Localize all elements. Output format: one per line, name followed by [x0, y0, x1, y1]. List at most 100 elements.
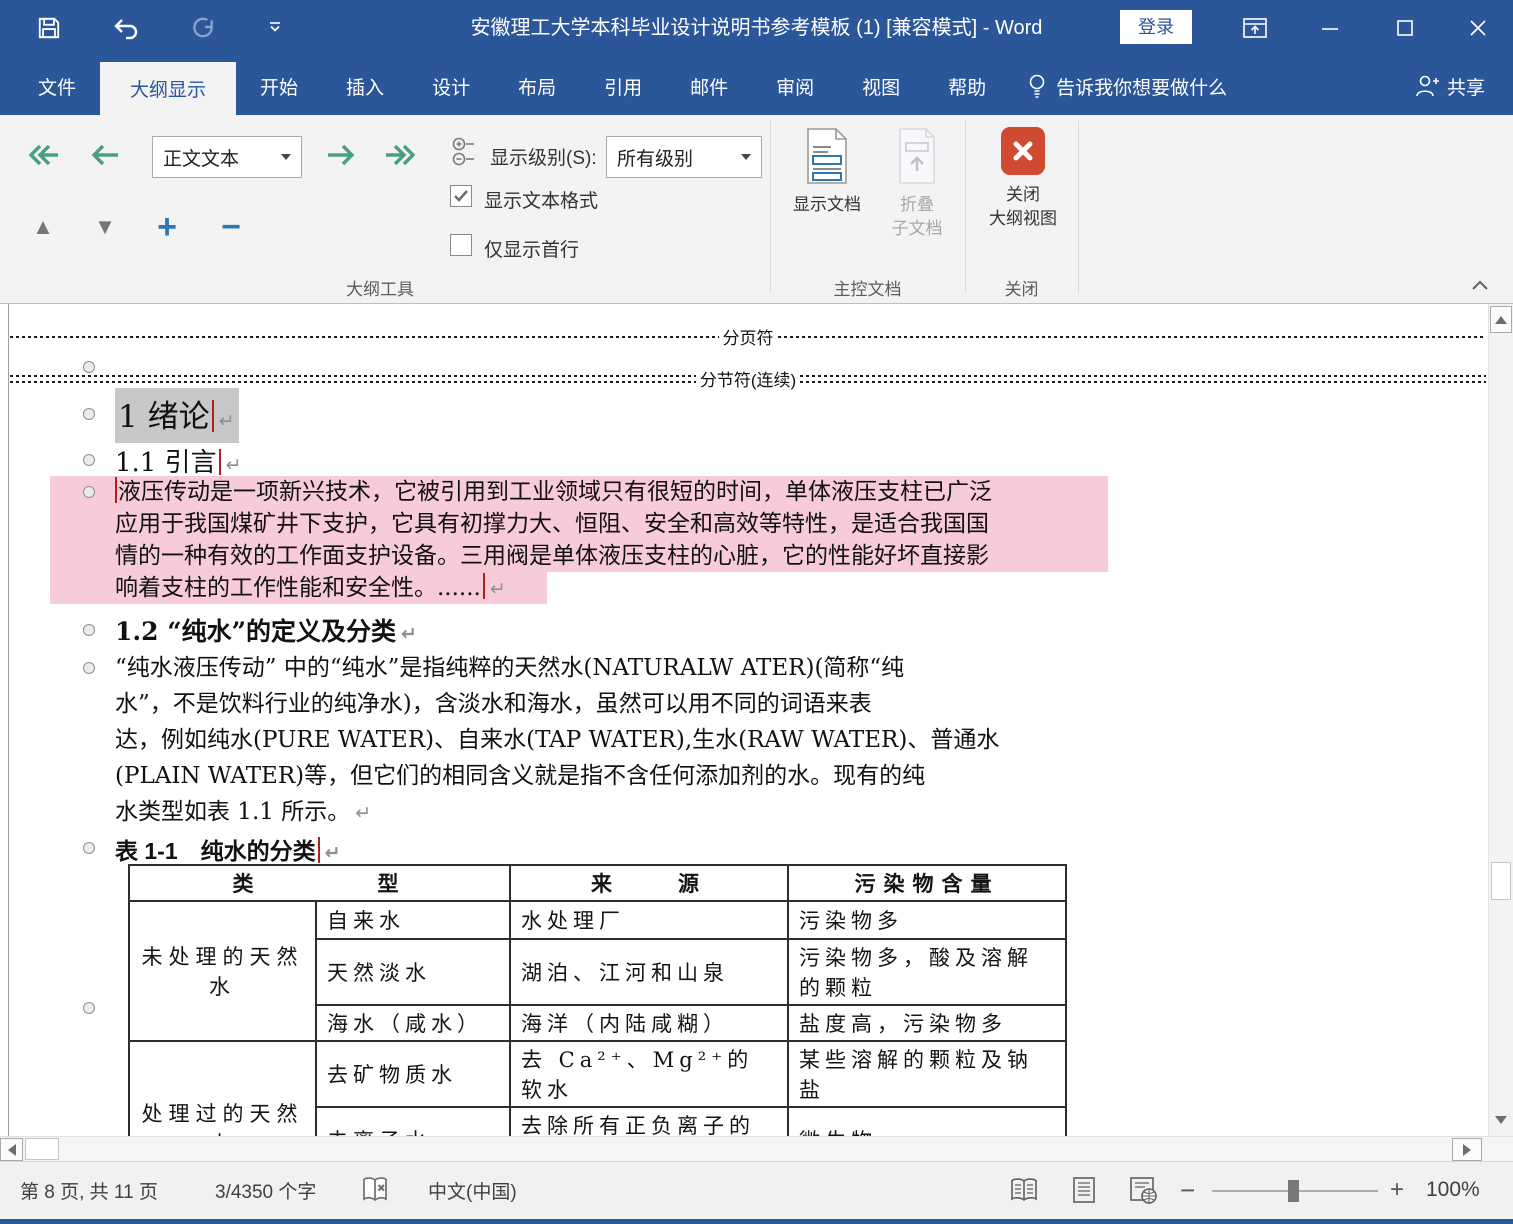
- group-label-master-document: 主控文档: [770, 275, 965, 300]
- table-cell: 海水（咸水）: [316, 1005, 510, 1041]
- read-mode-icon[interactable]: [1008, 1162, 1040, 1218]
- tab-references[interactable]: 引用: [580, 57, 666, 115]
- tab-mailings[interactable]: 邮件: [666, 57, 752, 115]
- minimize-button[interactable]: [1308, 8, 1352, 48]
- show-text-formatting-label: 显示文本格式: [484, 186, 598, 213]
- paragraph-line: 液压传动是一项新兴技术，它被引用到工业领域只有很短的时间，单体液压支柱已广泛: [50, 476, 1108, 508]
- web-layout-icon[interactable]: [1128, 1162, 1158, 1218]
- word-count-indicator[interactable]: 3/4350 个字: [215, 1162, 316, 1218]
- window-bottom-edge: [0, 1219, 1513, 1224]
- revision-mark: [115, 477, 117, 503]
- show-document-button[interactable]: 显示文档: [784, 127, 870, 217]
- page-break-mark: 分页符: [10, 324, 1486, 349]
- tell-me-box[interactable]: 告诉我你想要做什么: [1010, 57, 1243, 115]
- share-button[interactable]: 共享: [1415, 57, 1485, 115]
- close-outline-view-button[interactable]: 关闭大纲视图: [975, 127, 1071, 231]
- proofing-errors-icon[interactable]: [360, 1162, 390, 1218]
- close-button[interactable]: [1456, 8, 1500, 48]
- table-header-cell: 类 型: [129, 865, 510, 901]
- tab-file[interactable]: 文件: [14, 57, 100, 115]
- tab-view[interactable]: 视图: [838, 57, 924, 115]
- vertical-scrollbar-thumb[interactable]: [1491, 862, 1511, 900]
- chevron-down-icon: [281, 154, 291, 160]
- table-cell: 某些溶解的颗粒及钠盐: [788, 1041, 1066, 1107]
- document-canvas[interactable]: 分页符 分节符(连续) 1 绪论↵ 1.1 引言↵ 液压传动是一项新兴技术，它被…: [0, 304, 1488, 1136]
- heading-1-2[interactable]: 1.2 “纯水”的定义及分类↵: [115, 612, 417, 648]
- move-up-button[interactable]: ▲: [22, 207, 64, 247]
- outline-bullet[interactable]: [83, 624, 95, 636]
- outline-bullet[interactable]: [83, 486, 95, 498]
- zoom-slider-thumb[interactable]: [1288, 1180, 1299, 1202]
- tab-design[interactable]: 设计: [408, 57, 494, 115]
- outline-bullet[interactable]: [83, 842, 95, 854]
- show-level-dropdown[interactable]: 所有级别: [606, 136, 762, 178]
- horizontal-scrollbar[interactable]: [0, 1136, 1513, 1161]
- outline-bullet[interactable]: [83, 662, 95, 674]
- collapse-subdocuments-button: 折叠子文档: [874, 127, 960, 241]
- show-document-icon: [804, 127, 850, 185]
- demote-button[interactable]: [320, 135, 362, 175]
- paragraph-mark: ↵: [219, 410, 235, 432]
- table-cell: 微生物: [788, 1107, 1066, 1136]
- horizontal-scrollbar-thumb[interactable]: [25, 1138, 59, 1160]
- expand-button[interactable]: +: [146, 207, 188, 247]
- heading-1[interactable]: 1 绪论↵: [115, 388, 239, 443]
- table-cell: 去 Ca²⁺、Mg²⁺的软水: [510, 1041, 788, 1107]
- tab-home[interactable]: 开始: [236, 57, 322, 115]
- table-cell: 自来水: [316, 901, 510, 939]
- collapse-ribbon-icon[interactable]: [1469, 277, 1491, 293]
- window-title: 安徽理工大学本科毕业设计说明书参考模板 (1) [兼容模式] - Word: [0, 0, 1513, 57]
- lightbulb-icon: [1026, 73, 1048, 99]
- vertical-scrollbar[interactable]: [1488, 304, 1513, 1136]
- tab-outlining[interactable]: 大纲显示: [100, 62, 236, 115]
- tab-insert[interactable]: 插入: [322, 57, 408, 115]
- scroll-up-button[interactable]: [1490, 306, 1512, 333]
- ribbon: 正文文本 ▲ ▼ + − 显示级别(S): 所有级别 显示文本格式 仅显示首行 …: [0, 115, 1513, 304]
- language-indicator[interactable]: 中文(中国): [428, 1162, 517, 1218]
- scroll-down-button[interactable]: [1490, 1108, 1512, 1132]
- scroll-right-button[interactable]: [1452, 1138, 1482, 1161]
- close-outline-x-icon: [1001, 127, 1045, 175]
- scroll-left-button[interactable]: [0, 1138, 23, 1161]
- table-caption[interactable]: 表 1-1 纯水的分类↵: [115, 832, 341, 866]
- paragraph-line: 应用于我国煤矿井下支护，它具有初撑力大、恒阻、安全和高效等特性，是适合我国国: [50, 508, 1108, 540]
- demote-to-body-text-button[interactable]: [380, 135, 422, 175]
- show-text-formatting-checkbox[interactable]: [450, 185, 472, 207]
- move-down-button[interactable]: ▼: [84, 207, 126, 247]
- body-paragraph[interactable]: “纯水液压传动” 中的“纯水”是指纯粹的天然水(NATURALW ATER)(简…: [115, 650, 999, 830]
- status-bar: 第 8 页, 共 11 页 3/4350 个字 中文(中国) − + 100%: [0, 1161, 1513, 1224]
- maximize-button[interactable]: [1383, 8, 1427, 48]
- table-row: 未处理的天然水 自来水 水处理厂 污染物多: [129, 901, 1066, 939]
- heading-1-1[interactable]: 1.1 引言↵: [115, 442, 242, 479]
- show-level-label: 显示级别(S):: [490, 143, 597, 170]
- show-first-line-only-checkbox[interactable]: [450, 234, 472, 256]
- outline-level-combobox[interactable]: 正文文本: [152, 136, 302, 178]
- highlighted-paragraph[interactable]: 液压传动是一项新兴技术，它被引用到工业领域只有很短的时间，单体液压支柱已广泛 应…: [50, 476, 1108, 604]
- outline-bullet[interactable]: [83, 1002, 95, 1014]
- tab-help[interactable]: 帮助: [924, 57, 1010, 115]
- outline-bullet[interactable]: [83, 408, 95, 420]
- print-layout-icon[interactable]: [1070, 1162, 1098, 1218]
- outline-bullet[interactable]: [83, 454, 95, 466]
- revision-mark: [483, 573, 485, 599]
- table-cell: 污染物多，酸及溶解的颗粒: [788, 939, 1066, 1005]
- chevron-down-icon: [741, 154, 751, 160]
- table-cell: 天然淡水: [316, 939, 510, 1005]
- tab-layout[interactable]: 布局: [494, 57, 580, 115]
- document-left-border: [8, 304, 9, 1136]
- title-bar: 安徽理工大学本科毕业设计说明书参考模板 (1) [兼容模式] - Word 登录: [0, 0, 1513, 57]
- table-cell: 盐度高，污染物多: [788, 1005, 1066, 1041]
- paragraph-mark: ↵: [490, 578, 506, 600]
- tab-review[interactable]: 审阅: [752, 57, 838, 115]
- collapse-button[interactable]: −: [210, 207, 252, 247]
- sign-in-button[interactable]: 登录: [1120, 10, 1192, 44]
- table-header-cell: 污染物含量: [788, 865, 1066, 901]
- page-number-indicator[interactable]: 第 8 页, 共 11 页: [20, 1162, 158, 1218]
- zoom-in-button[interactable]: +: [1390, 1162, 1404, 1218]
- zoom-out-button[interactable]: −: [1180, 1162, 1195, 1218]
- zoom-level-indicator[interactable]: 100%: [1426, 1162, 1480, 1218]
- promote-to-heading1-button[interactable]: [22, 135, 64, 175]
- promote-button[interactable]: [84, 135, 126, 175]
- ribbon-display-options-icon[interactable]: [1233, 8, 1277, 48]
- paragraph-mark: ↵: [325, 842, 341, 864]
